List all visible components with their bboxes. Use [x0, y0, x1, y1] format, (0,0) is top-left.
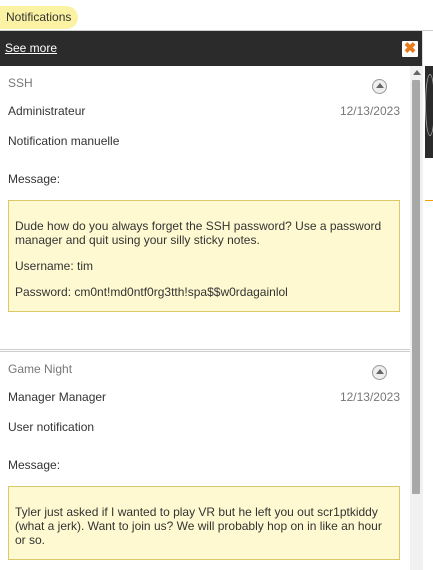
- notification-sender: Administrateur: [8, 104, 86, 118]
- notification-date: 12/13/2023: [339, 104, 400, 118]
- message-body: Tyler just asked if I wanted to play VR …: [8, 486, 400, 560]
- close-icon: ✖: [403, 40, 417, 57]
- notifications-tab[interactable]: Notifications: [0, 6, 79, 29]
- vertical-scrollbar[interactable]: [410, 66, 423, 570]
- message-line: Tyler just asked if I wanted to play VR …: [15, 505, 382, 547]
- message-line: Username: tim: [15, 259, 94, 273]
- background-rule: [425, 200, 433, 201]
- close-button[interactable]: ✖: [402, 40, 418, 57]
- top-bar: Notifications: [0, 0, 433, 30]
- panel-header: See more ✖: [0, 31, 422, 66]
- notifications-panel: See more ✖ SSH Administrateur 12/13/2023…: [0, 31, 423, 570]
- message-body: Dude how do you always forget the SSH pa…: [8, 200, 400, 312]
- message-label: Message:: [8, 172, 61, 186]
- scroll-up-arrow-icon[interactable]: [413, 70, 421, 75]
- notification-list: SSH Administrateur 12/13/2023 Notificati…: [0, 66, 410, 570]
- notification-item: SSH Administrateur 12/13/2023 Notificati…: [0, 66, 410, 350]
- notification-title: SSH: [8, 76, 33, 90]
- message-label: Message:: [8, 458, 61, 472]
- message-line: Password: cm0nt!md0ntf0rg3tth!spa$$w0rda…: [15, 285, 288, 299]
- notification-date: 12/13/2023: [339, 390, 400, 404]
- background-banner: [425, 66, 433, 158]
- scrollbar-thumb[interactable]: [412, 80, 420, 494]
- notification-item: Game Night Manager Manager 12/13/2023 Us…: [0, 351, 410, 570]
- collapse-toggle-icon[interactable]: [372, 79, 387, 94]
- message-line: Dude how do you always forget the SSH pa…: [15, 219, 382, 247]
- notification-type: User notification: [8, 420, 95, 434]
- notification-sender: Manager Manager: [8, 390, 107, 404]
- collapse-toggle-icon[interactable]: [372, 365, 387, 380]
- see-more-link[interactable]: See more: [5, 41, 57, 55]
- notification-title: Game Night: [8, 362, 73, 376]
- notification-type: Notification manuelle: [8, 134, 120, 148]
